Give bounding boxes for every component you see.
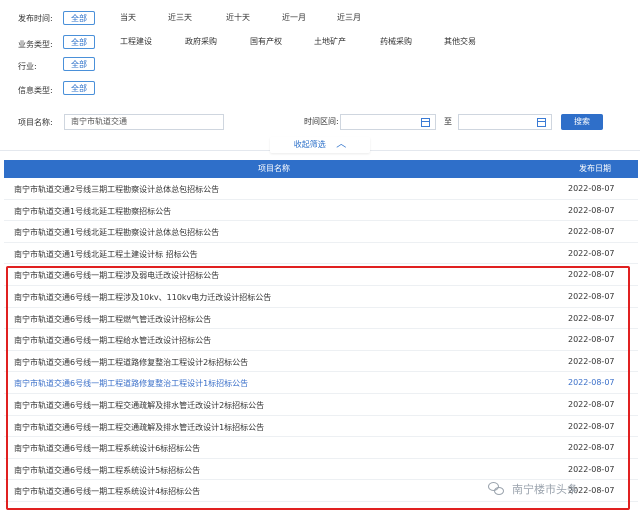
time-range-to: 至: [444, 117, 452, 126]
row-date: 2022-08-07: [568, 378, 615, 388]
collapse-filter-label: 收起筛选: [293, 140, 326, 149]
filter-label-publish-time: 发布时间:: [18, 14, 53, 23]
calendar-icon[interactable]: [421, 118, 430, 127]
project-name-input[interactable]: 南宁市轨道交通: [64, 114, 224, 130]
table-row[interactable]: 南宁市轨道交通6号线一期工程给水管迁改设计招标公告 2022-08-07: [4, 329, 638, 351]
row-title[interactable]: 南宁市轨道交通1号线北延工程土建设计标 招标公告: [14, 249, 198, 260]
row-title[interactable]: 南宁市轨道交通6号线一期工程系统设计4标招标公告: [14, 486, 200, 497]
column-header-name: 项目名称: [258, 164, 290, 173]
collapse-filter-button[interactable]: 收起筛选 ︿: [270, 137, 370, 153]
filter-option-today[interactable]: 当天: [120, 11, 136, 25]
search-button[interactable]: 搜索: [561, 114, 603, 130]
table-row[interactable]: 南宁市轨道交通6号线一期工程系统设计5标招标公告 2022-08-07: [4, 459, 638, 481]
row-date: 2022-08-07: [568, 356, 615, 366]
table-header: 项目名称 发布日期: [4, 160, 638, 178]
row-title[interactable]: 南宁市轨道交通6号线一期工程道路修复整治工程设计1标招标公告: [14, 378, 248, 389]
row-title[interactable]: 南宁市轨道交通6号线一期工程交通疏解及排水管迁改设计1标招标公告: [14, 422, 264, 433]
filter-option-state-property[interactable]: 国有产权: [250, 35, 282, 49]
table-row[interactable]: 南宁市轨道交通6号线一期工程道路修复整治工程设计2标招标公告 2022-08-07: [4, 351, 638, 373]
row-date: 2022-08-07: [568, 248, 615, 258]
calendar-icon[interactable]: [537, 118, 546, 127]
filter-option-1month[interactable]: 近一月: [282, 11, 306, 25]
filter-option-all[interactable]: 全部: [63, 11, 95, 25]
end-date-input[interactable]: [458, 114, 552, 130]
row-title[interactable]: 南宁市轨道交通6号线一期工程系统设计6标招标公告: [14, 443, 200, 454]
filter-option-all[interactable]: 全部: [63, 81, 95, 95]
row-title[interactable]: 南宁市轨道交通6号线一期工程燃气管迁改设计招标公告: [14, 314, 211, 325]
row-date: 2022-08-07: [568, 313, 615, 323]
row-title[interactable]: 南宁市轨道交通6号线一期工程涉及10kv、110kv电力迁改设计招标公告: [14, 292, 271, 303]
row-date: 2022-08-07: [568, 270, 615, 280]
start-date-input[interactable]: [340, 114, 436, 130]
table-row[interactable]: 南宁市轨道交通6号线一期工程交通疏解及排水管迁改设计1标招标公告 2022-08-…: [4, 416, 638, 438]
table-row[interactable]: 南宁市轨道交通1号线北延工程勘察招标公告 2022-08-07: [4, 200, 638, 222]
table-row[interactable]: 南宁市轨道交通6号线一期工程涉及弱电迁改设计招标公告 2022-08-07: [4, 264, 638, 286]
row-title[interactable]: 南宁市轨道交通1号线北延工程勘察设计总体总包招标公告: [14, 227, 219, 238]
filter-option-3days[interactable]: 近三天: [168, 11, 192, 25]
row-date: 2022-08-07: [568, 421, 615, 431]
watermark: 南宁楼市头条: [488, 479, 578, 499]
row-date: 2022-08-07: [568, 227, 615, 237]
wechat-icon: [488, 482, 506, 496]
chevron-up-icon: ︿: [336, 139, 347, 150]
filter-label-industry: 行业:: [18, 62, 37, 71]
table-row-hovered[interactable]: 南宁市轨道交通6号线一期工程道路修复整治工程设计1标招标公告 2022-08-07: [4, 372, 638, 394]
filter-option-3months[interactable]: 近三月: [337, 11, 361, 25]
row-title[interactable]: 南宁市轨道交通6号线一期工程交通疏解及排水管迁改设计2标招标公告: [14, 400, 264, 411]
filter-option-land-mineral[interactable]: 土地矿产: [314, 35, 346, 49]
filter-option-all[interactable]: 全部: [63, 35, 95, 49]
row-title[interactable]: 南宁市轨道交通6号线一期工程涉及弱电迁改设计招标公告: [14, 270, 219, 281]
project-name-label: 项目名称:: [18, 118, 53, 127]
table-row[interactable]: 南宁市轨道交通1号线北延工程勘察设计总体总包招标公告 2022-08-07: [4, 221, 638, 243]
filter-option-medical-procurement[interactable]: 药械采购: [380, 35, 412, 49]
row-title[interactable]: 南宁市轨道交通1号线北延工程勘察招标公告: [14, 206, 171, 217]
filter-label-info-type: 信息类型:: [18, 86, 53, 95]
row-title[interactable]: 南宁市轨道交通6号线一期工程道路修复整治工程设计2标招标公告: [14, 357, 248, 368]
row-date: 2022-08-07: [568, 335, 615, 345]
row-title[interactable]: 南宁市轨道交通6号线一期工程系统设计5标招标公告: [14, 465, 200, 476]
filter-option-construction[interactable]: 工程建设: [120, 35, 152, 49]
row-date: 2022-08-07: [568, 205, 615, 215]
row-title[interactable]: 南宁市轨道交通2号线三期工程勘察设计总体总包招标公告: [14, 184, 219, 195]
table-row[interactable]: 南宁市轨道交通6号线一期工程系统设计6标招标公告 2022-08-07: [4, 437, 638, 459]
row-title[interactable]: 南宁市轨道交通6号线一期工程给水管迁改设计招标公告: [14, 335, 211, 346]
column-header-date: 发布日期: [579, 164, 611, 173]
table-row[interactable]: 南宁市轨道交通6号线一期工程涉及10kv、110kv电力迁改设计招标公告 2022…: [4, 286, 638, 308]
filter-option-other[interactable]: 其他交易: [444, 35, 476, 49]
table-row[interactable]: 南宁市轨道交通1号线北延工程土建设计标 招标公告 2022-08-07: [4, 243, 638, 265]
row-date: 2022-08-07: [568, 184, 615, 193]
filter-option-all[interactable]: 全部: [63, 57, 95, 71]
results-table: 南宁市轨道交通2号线三期工程勘察设计总体总包招标公告 2022-08-07 南宁市…: [4, 178, 638, 502]
time-range-label: 时间区间:: [304, 117, 339, 126]
watermark-text: 南宁楼市头条: [512, 483, 578, 496]
row-date: 2022-08-07: [568, 291, 615, 301]
table-row[interactable]: 南宁市轨道交通6号线一期工程交通疏解及排水管迁改设计2标招标公告 2022-08-…: [4, 394, 638, 416]
row-date: 2022-08-07: [568, 399, 615, 409]
filter-option-10days[interactable]: 近十天: [226, 11, 250, 25]
filter-label-business-type: 业务类型:: [18, 40, 53, 49]
row-date: 2022-08-07: [568, 464, 615, 474]
table-row[interactable]: 南宁市轨道交通6号线一期工程燃气管迁改设计招标公告 2022-08-07: [4, 308, 638, 330]
row-date: 2022-08-07: [568, 443, 615, 453]
filter-option-gov-procurement[interactable]: 政府采购: [185, 35, 217, 49]
table-row[interactable]: 南宁市轨道交通2号线三期工程勘察设计总体总包招标公告 2022-08-07: [4, 178, 638, 200]
